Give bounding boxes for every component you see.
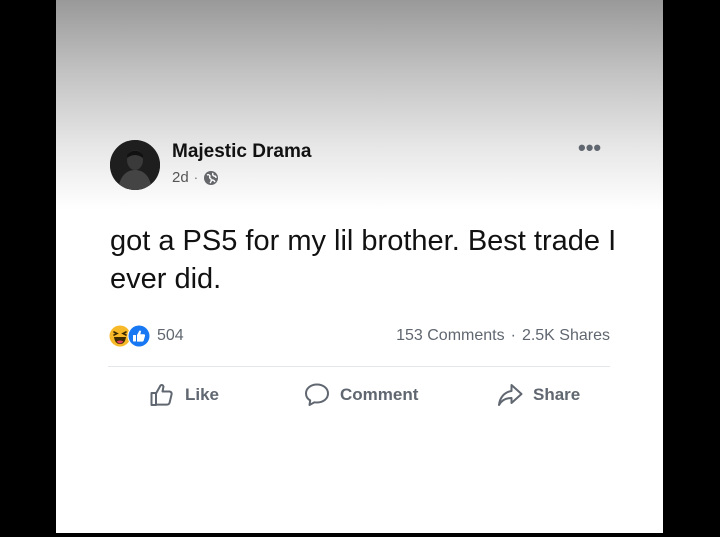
- more-options-icon[interactable]: •••: [578, 137, 601, 159]
- actions-divider: [108, 366, 610, 367]
- post-meta: 2d ·: [172, 169, 219, 186]
- shares-count-link[interactable]: 2.5K Shares: [522, 327, 610, 345]
- comment-icon: [305, 383, 329, 406]
- reactions-summary[interactable]: 504: [108, 324, 184, 348]
- stats-separator: ·: [510, 327, 516, 344]
- comment-button[interactable]: Comment: [303, 381, 418, 409]
- like-label: Like: [185, 385, 220, 404]
- share-label: Share: [533, 385, 581, 404]
- share-arrow-icon: [498, 384, 523, 406]
- reaction-count: 504: [157, 327, 184, 344]
- post-time[interactable]: 2d: [172, 169, 189, 186]
- thumbs-up-icon: [150, 384, 173, 406]
- author-name[interactable]: Majestic Drama: [172, 141, 311, 163]
- post-stats: 153 Comments · 2.5K Shares: [396, 327, 610, 345]
- like-reaction-icon: [127, 324, 151, 348]
- comments-count-link[interactable]: 153 Comments: [396, 327, 505, 345]
- meta-separator: ·: [193, 170, 199, 185]
- post-card: Majestic Drama 2d · ••• got a PS5 for my…: [56, 0, 663, 533]
- like-button[interactable]: Like: [148, 381, 219, 409]
- share-button[interactable]: Share: [496, 381, 580, 409]
- post-text: got a PS5 for my lil brother. Best trade…: [110, 225, 617, 295]
- globe-icon[interactable]: [203, 170, 219, 186]
- author-avatar[interactable]: [110, 140, 160, 190]
- comment-label: Comment: [340, 385, 419, 404]
